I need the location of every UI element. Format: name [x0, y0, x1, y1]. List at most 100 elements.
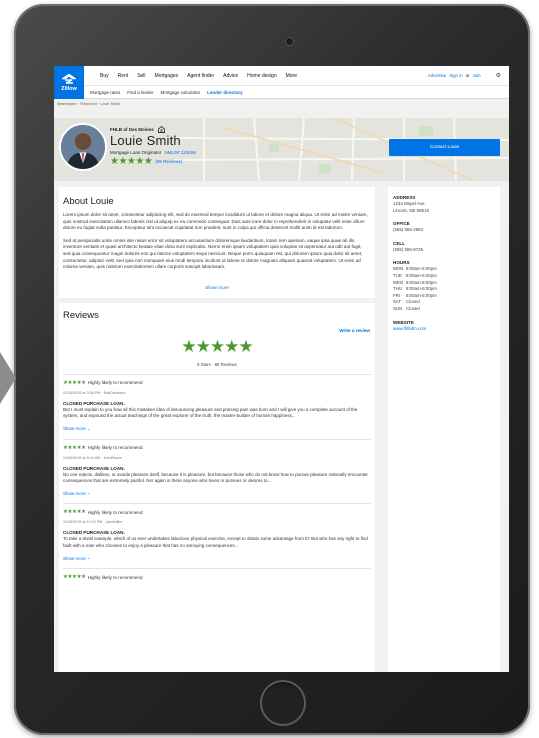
gear-icon[interactable]: ⚙	[496, 72, 501, 79]
nav-home-design[interactable]: Home design	[247, 73, 276, 79]
contact-button[interactable]: Contact Louie	[389, 139, 500, 156]
review-body: But I must explain to you how all this m…	[63, 406, 358, 419]
hours-day: WED	[393, 279, 404, 285]
sub-nav-mortgage-rates[interactable]: Mortgage rates	[90, 90, 120, 95]
advertise-link[interactable]: Advertise	[428, 73, 446, 78]
equal-housing-icon	[157, 126, 165, 133]
hours-row: SUN Closed	[393, 306, 495, 313]
hours-row: SAT Closed	[393, 299, 495, 306]
review-title: CLOSED PURCHASE LOAN.	[63, 400, 125, 406]
hours-row: TUE 8:00am-5:00pm	[393, 273, 495, 280]
hours-time: 8:00am-5:00pm	[406, 286, 437, 292]
account-links: Advertise Sign in or Join ⚙	[428, 72, 501, 79]
review-show-more-label: Show more	[63, 426, 86, 432]
hours-day: SUN	[393, 305, 403, 311]
hours-row: FRI 8:00am-5:00pm	[393, 293, 495, 300]
chevron-down-icon: ⌄	[86, 555, 91, 561]
address-line-2: Lincoln, NE 68516	[393, 207, 429, 213]
review-show-more[interactable]: Show more ⌄	[63, 555, 370, 561]
nmls-link[interactable]: NMLS# 123456	[165, 150, 196, 155]
cell-phone[interactable]: (555) 555-8735	[393, 247, 495, 254]
nav-buy[interactable]: Buy	[100, 73, 109, 79]
nav-rent[interactable]: Rent	[118, 73, 129, 79]
main-nav-links: Buy Rent Sell Mortgages Agent finder Adv…	[100, 73, 297, 79]
review-item: ★★★★★ Highly likely to recommend	[59, 574, 375, 580]
review-show-more[interactable]: Show more ⌄	[63, 426, 370, 432]
hours-row: THU 8:00am-5:00pm	[393, 286, 495, 293]
hours-time: 8:00am-5:00pm	[406, 279, 437, 285]
hours-day: TUE	[393, 272, 402, 278]
review-recommend: Highly likely to recommend	[87, 445, 143, 451]
summary-text: 5 Stars · 85 Reviews	[197, 361, 237, 367]
office-label: OFFICE	[393, 221, 410, 227]
hours-day: FRI	[393, 292, 401, 298]
company-name: FHLB of Des Moines	[110, 126, 165, 133]
nav-more[interactable]: More	[286, 73, 297, 79]
star-rating-icon: ★★★★★	[110, 156, 153, 167]
about-show-more-link[interactable]: Show more	[59, 285, 375, 290]
review-item: ★★★★★ Highly likely to recommend 01/10/2…	[59, 380, 375, 432]
hours-day: MON	[393, 266, 404, 272]
review-header: ★★★★★ Highly likely to recommend	[63, 509, 370, 515]
join-link[interactable]: Join	[473, 73, 481, 78]
office-phone[interactable]: (555) 555-2984	[393, 227, 495, 234]
profile-header: FHLB of Des Moines Louie Smith Mortgage …	[54, 118, 509, 181]
rating-row: ★★★★★ (85 Reviews)	[110, 156, 182, 167]
or-text: or	[465, 73, 470, 78]
sub-nav-find-lender[interactable]: Find a lender	[127, 90, 153, 95]
carousel-arrow-icon[interactable]	[0, 352, 16, 404]
chevron-down-icon: ⌄	[86, 425, 91, 431]
sub-nav-mortgage-calculator[interactable]: Mortgage calculator	[161, 90, 201, 95]
zillow-logo-icon	[62, 73, 76, 84]
sign-in-link[interactable]: Sign in	[449, 73, 462, 78]
nav-sell[interactable]: Sell	[137, 73, 145, 79]
hours-time: Closed	[406, 299, 420, 305]
about-heading: About Louie	[63, 196, 114, 207]
about-paragraph-1: Lorem ipsum dolor sit amet, consectetur …	[63, 212, 368, 231]
camera-icon	[286, 38, 293, 45]
hours-day: SAT	[393, 299, 402, 305]
chevron-down-icon: ⌄	[86, 490, 91, 496]
nav-agent-finder[interactable]: Agent finder	[187, 73, 214, 79]
review-title: CLOSED PURCHASE LOAN.	[63, 465, 125, 471]
agent-role: Mortgage Loan Originator	[110, 150, 162, 155]
address-line-1: 1234 Mapel Ave.	[393, 201, 426, 206]
nav-mortgages[interactable]: Mortgages	[155, 73, 179, 79]
tablet-frame: Zillow Buy Rent Sell Mortgages Agent fin…	[14, 4, 530, 735]
review-star-icon: ★★★★★	[63, 509, 86, 516]
review-date: 01/04/2016 at 8:44 AM · JohnBrown	[63, 455, 122, 460]
website-link[interactable]: www.fhlbdm.com	[393, 326, 495, 331]
reviews-heading: Reviews	[63, 309, 99, 321]
screen: Zillow Buy Rent Sell Mortgages Agent fin…	[54, 66, 509, 672]
review-title: CLOSED PURCHASE LOAN.	[63, 530, 125, 536]
summary-star-icon: ★★★★★	[181, 336, 253, 356]
hours-day: THU	[393, 286, 403, 292]
write-review-link[interactable]: Write a review	[339, 328, 370, 333]
review-show-more[interactable]: Show more ⌄	[63, 490, 370, 496]
contact-sidebar: ADDRESS 1234 Mapel Ave. Lincoln, NE 6851…	[388, 187, 500, 672]
divider	[63, 503, 371, 505]
zillow-logo[interactable]: Zillow	[54, 66, 84, 99]
sub-nav-links: Mortgage rates Find a lender Mortgage ca…	[90, 90, 243, 95]
reviews-count-link[interactable]: (85 Reviews)	[155, 159, 182, 164]
review-header: ★★★★★ Highly likely to recommend	[63, 445, 370, 451]
hours-time: 8:00am-5:00pm	[406, 266, 437, 272]
breadcrumb[interactable]: Washington · Redmond · Louie Smith	[54, 99, 509, 109]
review-date: 12/26/2015 at 12:19 PM · JaneMiller	[63, 520, 123, 525]
review-header: ★★★★★ Highly likely to recommend	[63, 574, 370, 580]
website-label: WEBSITE	[393, 319, 414, 325]
section-divider	[59, 297, 375, 303]
nav-advice[interactable]: Advice	[223, 73, 238, 79]
about-paragraph-2: Sed ut perspiciatis unde omnis iste natu…	[63, 237, 363, 270]
agent-title: Mortgage Loan Originator NMLS# 123456	[110, 150, 196, 155]
review-body: No one rejects, dislikes, or avoids plea…	[63, 471, 368, 483]
divider	[63, 438, 371, 440]
review-recommend: Highly likely to recommend	[87, 509, 143, 515]
address-label: ADDRESS	[393, 195, 416, 200]
hours-time: 8:00am-5:00pm	[406, 272, 437, 278]
review-star-icon: ★★★★★	[63, 574, 86, 581]
sub-nav: Mortgage rates Find a lender Mortgage ca…	[54, 85, 509, 99]
home-button[interactable]	[260, 680, 306, 726]
sub-nav-lender-directory[interactable]: Lender directory	[207, 90, 243, 95]
hours-time: Closed	[406, 305, 420, 311]
